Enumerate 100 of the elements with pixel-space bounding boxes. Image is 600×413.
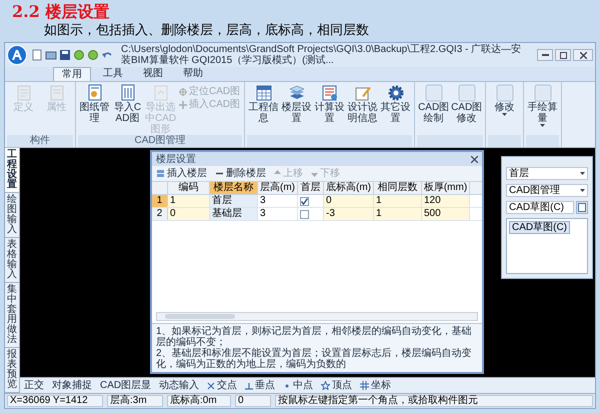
- snap-button[interactable]: 坐标: [360, 380, 392, 391]
- menu-tab[interactable]: 帮助: [175, 67, 211, 81]
- ribbon-button[interactable]: 楼层设置: [280, 84, 314, 135]
- column-header[interactable]: 底标高(m): [324, 182, 374, 194]
- table-cell: 120: [424, 195, 441, 206]
- menu-tab[interactable]: 视图: [135, 67, 171, 81]
- column-header[interactable]: 层高(m): [258, 182, 298, 194]
- ribbon-button[interactable]: CAD图绘制: [417, 84, 450, 135]
- ribbon-group-label: [488, 135, 522, 147]
- toggle-button[interactable]: 对象捕捉: [52, 380, 92, 391]
- ribbon-button[interactable]: 手绘算量: [526, 84, 560, 135]
- status-field: 层高:3m: [107, 395, 163, 407]
- minimize-button[interactable]: [537, 49, 553, 61]
- table-cell: 基础层: [212, 208, 242, 219]
- status-field: 底标高:0m: [167, 395, 231, 407]
- dropdown-value: 首层: [509, 168, 529, 179]
- new-file-icon[interactable]: [31, 49, 43, 61]
- input-field[interactable]: CAD草图(C): [506, 201, 574, 214]
- gear-icon: [386, 84, 405, 102]
- plus-icon: [179, 100, 187, 108]
- caret-icon: [502, 113, 508, 116]
- side-tab[interactable]: 工程设置: [5, 148, 19, 193]
- snap-button[interactable]: 垂点: [245, 380, 276, 391]
- square-icon: [534, 84, 552, 102]
- perpendicular-icon: [245, 382, 254, 390]
- insert-rows-icon: [156, 169, 165, 178]
- side-tab[interactable]: 报表预览: [5, 348, 19, 393]
- browse-button[interactable]: [576, 201, 588, 214]
- column-header[interactable]: 首层: [298, 182, 324, 194]
- table-cell: 3: [260, 195, 266, 206]
- caret-icon: [580, 172, 585, 175]
- caret-icon: [540, 124, 546, 127]
- ribbon-button[interactable]: 图纸管理: [78, 84, 111, 135]
- down-arrow-icon: [311, 170, 318, 177]
- ribbon-button[interactable]: 修改: [488, 84, 522, 135]
- maximize-icon: [560, 52, 566, 58]
- side-tab[interactable]: 绘图输入: [5, 193, 19, 238]
- column-header[interactable]: 楼层名称: [210, 182, 258, 194]
- table-cell: 0: [170, 208, 176, 219]
- snap-button[interactable]: 交点: [207, 380, 238, 391]
- close-icon: [580, 52, 586, 58]
- toggle-button[interactable]: 动态输入: [159, 380, 200, 391]
- ribbon-button[interactable]: 设计说明信息: [346, 84, 380, 135]
- note-text: 1、如果标记为首层，则标记层为首层，相邻楼层的编码自动变化，基础层的编码不变；: [156, 326, 473, 348]
- dialog-title: 楼层设置: [156, 154, 196, 164]
- dropdown[interactable]: 首层: [506, 167, 588, 180]
- dropdown[interactable]: CAD图管理: [506, 184, 588, 197]
- list-item[interactable]: CAD草图(C): [509, 221, 570, 234]
- row-header[interactable]: 1: [152, 195, 168, 207]
- circle-icon[interactable]: [87, 49, 99, 61]
- close-button[interactable]: [573, 49, 593, 61]
- square-icon: [496, 84, 514, 102]
- table-cell: 1: [170, 195, 176, 206]
- crosshair-icon: [179, 88, 187, 96]
- side-tab[interactable]: 集中套用做法: [5, 283, 19, 348]
- table-icon: [254, 84, 273, 102]
- dot-icon: [283, 382, 292, 390]
- table-cell: 0: [326, 195, 332, 206]
- table-icon: [320, 84, 339, 102]
- toggle-button[interactable]: CAD图层显: [100, 380, 152, 391]
- status-field: X=36069 Y=1412: [7, 395, 103, 407]
- snap-button[interactable]: 顶点: [321, 380, 352, 391]
- ribbon-button[interactable]: 工程信息: [247, 84, 280, 135]
- open-icon[interactable]: [45, 49, 57, 61]
- app-logo-icon[interactable]: [7, 45, 27, 65]
- horizontal-scrollbar[interactable]: [156, 312, 478, 321]
- slide-title: 2.2 楼层设置: [12, 2, 110, 22]
- close-icon[interactable]: [471, 156, 478, 162]
- side-tab[interactable]: 表格输入: [5, 238, 19, 283]
- checkbox[interactable]: [300, 196, 309, 206]
- ribbon-button[interactable]: 计算设置: [313, 84, 346, 135]
- toolbar-button[interactable]: 插入楼层: [156, 168, 207, 179]
- toolbar-button[interactable]: 删除楼层: [215, 168, 266, 179]
- row-header[interactable]: 2: [152, 208, 168, 220]
- square-icon: [424, 84, 443, 102]
- square-icon: [458, 84, 476, 102]
- save-icon[interactable]: [59, 49, 71, 61]
- menu-tab[interactable]: 常用: [53, 67, 91, 81]
- circle-icon[interactable]: [73, 49, 85, 61]
- drawing-canvas[interactable]: [20, 148, 595, 377]
- maximize-button[interactable]: [555, 49, 571, 61]
- checkbox[interactable]: [300, 210, 309, 218]
- ribbon-button[interactable]: 其它设置: [379, 84, 412, 135]
- star-icon: [321, 381, 330, 390]
- column-header[interactable]: 板厚(mm): [422, 182, 470, 194]
- table-cell: -3: [326, 208, 335, 219]
- up-arrow-icon: [274, 170, 281, 177]
- toggle-button[interactable]: 正交: [24, 380, 44, 391]
- minimize-icon: [542, 54, 548, 56]
- menu-tab[interactable]: 工具: [95, 67, 131, 81]
- snap-button[interactable]: 中点: [283, 380, 314, 391]
- column-header[interactable]: 相同层数: [374, 182, 422, 194]
- table-cell: 1: [376, 195, 382, 206]
- pencil-note-icon: [354, 84, 372, 102]
- ribbon-group-label: [526, 135, 560, 147]
- ribbon-button[interactable]: CAD图修改: [450, 84, 484, 135]
- table-cell: 1: [376, 208, 382, 219]
- window-title: C:\Users\glodon\Documents\GrandSoft Projects\GQI\3.0\Backup\工程2.GQI3 - 广联达—安装BIM算量软件 GQI2015（学习版模式）(测试...: [120, 44, 522, 66]
- grid-icon: [360, 381, 370, 390]
- ribbon-button[interactable]: 导入CAD图: [111, 84, 144, 135]
